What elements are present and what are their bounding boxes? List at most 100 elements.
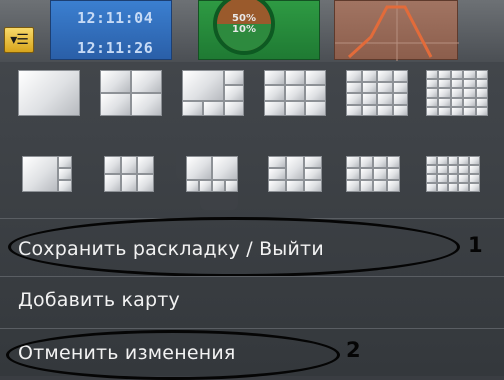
layout-row-1	[0, 70, 504, 124]
layout-tile	[426, 183, 437, 192]
layout-tile	[346, 168, 360, 180]
layout-tile	[475, 79, 488, 89]
layout-tile	[120, 156, 138, 174]
layout-tile	[426, 88, 439, 98]
layout-tile	[426, 79, 439, 89]
layout-tile	[450, 97, 464, 107]
layout-1plus7-button[interactable]	[22, 156, 72, 192]
layout-3x3-wide-button[interactable]	[104, 156, 154, 192]
layout-tile	[450, 70, 464, 80]
layout-tile	[346, 93, 362, 105]
layout-tile	[458, 174, 470, 183]
layout-tile	[447, 165, 459, 174]
layout-1plus12-button[interactable]	[268, 156, 322, 192]
layout-tile	[284, 70, 306, 86]
layout-tile	[373, 156, 387, 168]
layout-tile	[305, 85, 326, 101]
layout-tile	[361, 81, 377, 93]
layout-tile	[346, 81, 362, 93]
menu-toggle-button[interactable]: ▾☰	[4, 27, 34, 53]
layout-tile	[392, 104, 408, 116]
layout-tile	[463, 79, 476, 89]
clock-tile[interactable]: 12:11:04 12:11:26	[50, 0, 172, 60]
layout-2x2-button[interactable]	[100, 70, 162, 116]
layout-tile	[447, 183, 459, 192]
layout-tile	[426, 165, 437, 174]
menu-divider	[0, 276, 504, 277]
layout-tile	[386, 168, 400, 180]
layout-tile	[264, 85, 285, 101]
layout-tile	[426, 156, 437, 165]
gauge-tile[interactable]: 50% 10%	[198, 0, 320, 60]
layout-tile	[475, 97, 488, 107]
layout-4x4-button[interactable]	[346, 70, 408, 116]
layout-tile	[377, 93, 393, 105]
gauge-icon: 50% 10%	[213, 0, 275, 55]
layout-menu-panel: Сохранить раскладку / Выйти 1 Добавить к…	[0, 62, 504, 380]
layout-tile	[438, 79, 451, 89]
layout-row-2	[0, 156, 504, 210]
layout-tile	[18, 70, 80, 116]
layout-tile	[436, 174, 448, 183]
layout-tile	[392, 93, 408, 105]
layout-tile	[475, 88, 488, 98]
layout-5x5-button[interactable]	[426, 70, 488, 116]
layout-tile	[284, 85, 306, 101]
layout-tile	[469, 165, 480, 174]
layout-3x3-button[interactable]	[264, 70, 326, 116]
layout-5x5-wide-button[interactable]	[426, 156, 480, 192]
callout-number-2: 2	[346, 338, 361, 362]
layout-tile	[377, 70, 393, 82]
chart-tile[interactable]	[334, 0, 459, 61]
layout-tile	[120, 174, 138, 192]
layout-tile	[305, 70, 326, 86]
layout-tile	[438, 97, 451, 107]
layout-tile	[469, 156, 480, 165]
layout-1plus5-button[interactable]	[182, 70, 244, 116]
layout-tile	[463, 106, 476, 116]
layout-tile	[137, 156, 154, 174]
layout-tile	[475, 106, 488, 116]
layout-tile	[436, 183, 448, 192]
menu-item-add-map[interactable]: Добавить карту	[18, 289, 180, 311]
layout-2plus8-button[interactable]	[186, 156, 238, 192]
layout-tile	[447, 156, 459, 165]
layout-tile	[436, 156, 448, 165]
clock-time-2: 12:11:26	[77, 39, 154, 57]
layout-tile	[426, 97, 439, 107]
layout-tile	[436, 165, 448, 174]
callout-ellipse-1	[8, 217, 460, 277]
layout-tile	[373, 180, 387, 192]
layout-tile	[463, 88, 476, 98]
layout-tile	[426, 106, 439, 116]
layout-tile	[438, 106, 451, 116]
layout-4x4-wide-button[interactable]	[346, 156, 400, 192]
layout-tile	[469, 183, 480, 192]
layout-tile	[359, 180, 373, 192]
layout-tile	[392, 70, 408, 82]
layout-tile	[346, 180, 360, 192]
top-strip: ▾☰ 12:11:04 12:11:26 50% 10%	[0, 0, 504, 62]
layout-1x1-button[interactable]	[18, 70, 80, 116]
layout-tile	[450, 88, 464, 98]
layout-tile	[458, 183, 470, 192]
layout-tile	[377, 104, 393, 116]
layout-tile	[346, 70, 362, 82]
menu-icon: ▾☰	[10, 32, 29, 48]
layout-tile	[475, 70, 488, 80]
layout-tile	[346, 104, 362, 116]
menu-divider	[0, 328, 504, 329]
layout-tile	[386, 180, 400, 192]
gauge-value-2: 10%	[232, 24, 256, 35]
layout-tile	[361, 104, 377, 116]
layout-tile	[373, 168, 387, 180]
layout-tile	[264, 70, 285, 86]
layout-tile	[264, 100, 285, 116]
layout-tile	[361, 93, 377, 105]
layout-tile	[305, 100, 326, 116]
layout-tile	[426, 174, 437, 183]
layout-tile	[426, 70, 439, 80]
layout-tile	[392, 81, 408, 93]
layout-tile	[359, 156, 373, 168]
layout-tile	[361, 70, 377, 82]
